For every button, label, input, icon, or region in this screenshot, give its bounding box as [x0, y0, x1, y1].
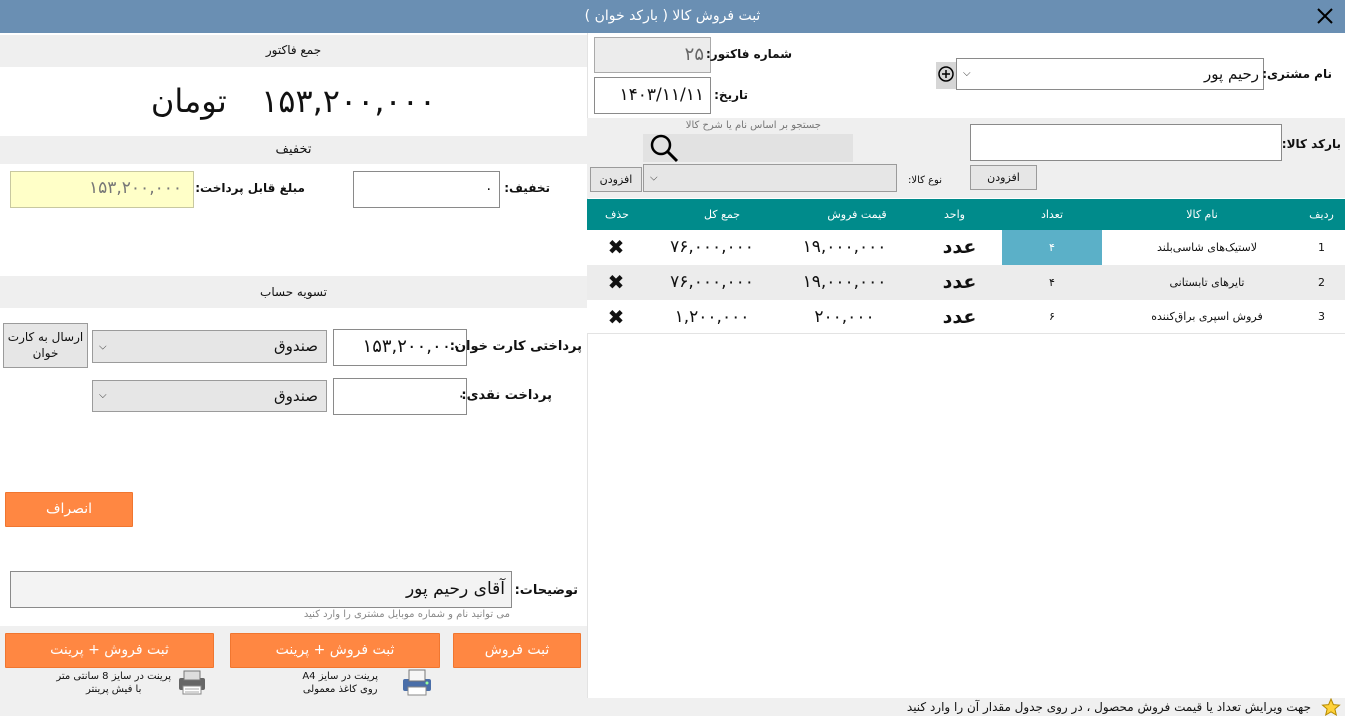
- small-print-caption: پرینت در سایز 8 سانتی متر با فیش پرینتر: [56, 670, 171, 696]
- invoice-total-display: ۱۵۳,۲۰۰,۰۰۰ تومان: [0, 72, 587, 130]
- a4-print-caption: پرینت در سایز A4 روی کاغذ معمولی: [302, 670, 378, 696]
- table-row[interactable]: 3 فروش اسپری براق‌کننده ۶ عدد ۲۰۰,۰۰۰ ۱,…: [587, 300, 1345, 334]
- settlement-header: تسویه حساب: [0, 276, 587, 308]
- table-row[interactable]: 1 لاستیک‌های شاسی‌بلند ۴ عدد ۱۹,۰۰۰,۰۰۰ …: [587, 230, 1345, 265]
- cash-payment-account-select[interactable]: صندوق ⌵: [92, 380, 327, 412]
- payable-amount-field: ۱۵۳,۲۰۰,۰۰۰: [10, 171, 194, 208]
- cell-name: فروش اسپری براق‌کننده: [1151, 310, 1263, 323]
- invoice-number-field: ۲۵: [594, 37, 711, 73]
- search-icon[interactable]: [648, 133, 680, 163]
- invoice-date-input[interactable]: ۱۴۰۳/۱۱/۱۱: [594, 77, 711, 114]
- col-row: ردیف: [1309, 208, 1334, 221]
- invoice-total-header: جمع فاکتور: [0, 35, 587, 67]
- receipt-printer-icon: [175, 668, 209, 696]
- cell-unit: عدد: [942, 236, 977, 258]
- status-text: جهت ویرایش تعداد یا قیمت فروش محصول ، در…: [906, 700, 1311, 714]
- search-hint: جستجو بر اساس نام یا شرح کالا: [685, 120, 821, 131]
- payable-amount-label: مبلغ قابل پرداخت:: [195, 181, 305, 195]
- cash-payment-label: پرداخت نقدی:: [461, 388, 552, 403]
- discount-label: تخفیف:: [504, 181, 550, 195]
- save-button[interactable]: ثبت فروش: [453, 633, 581, 668]
- window-title: ثبت فروش کالا ( بارکد خوان ): [584, 8, 761, 24]
- small-caption-line1: پرینت در سایز 8 سانتی متر: [56, 671, 171, 682]
- cash-payment-input[interactable]: ۰: [333, 378, 467, 415]
- col-name: نام کالا: [1186, 208, 1218, 221]
- col-total: جمع کل: [703, 208, 741, 221]
- customer-selected-value: رحیم پور: [1204, 65, 1259, 83]
- items-table-header: ردیف نام کالا تعداد واحد قیمت فروش جمع ک…: [587, 199, 1345, 230]
- cell-total: ۷۶,۰۰۰,۰۰۰: [670, 272, 754, 292]
- a4-printer-icon: [400, 668, 434, 696]
- cash-account-selected-value: صندوق: [273, 387, 318, 405]
- send-to-card-reader-button[interactable]: ارسال به کارت خوان: [3, 323, 88, 368]
- customer-label: نام مشتری:: [1262, 67, 1332, 81]
- cell-unit: عدد: [942, 271, 977, 293]
- delete-row-icon[interactable]: ✖: [587, 300, 645, 334]
- invoice-number-label: شماره فاکتور:: [706, 47, 792, 61]
- card-payment-account-select[interactable]: صندوق ⌵: [92, 330, 327, 363]
- small-caption-line2: با فیش پرینتر: [85, 684, 142, 695]
- cell-qty[interactable]: ۴: [1002, 230, 1102, 265]
- chevron-down-icon: ⌵: [963, 68, 971, 79]
- card-payment-label: پرداختی کارت خوان:: [449, 339, 582, 354]
- cell-qty[interactable]: ۶: [1002, 300, 1102, 334]
- product-type-label: نوع کالا:: [908, 175, 942, 186]
- card-payment-input[interactable]: ۱۵۳,۲۰۰,۰۰۰: [333, 329, 467, 366]
- notes-hint: می توانید نام و شماره موبایل مشتری را وا…: [303, 609, 510, 620]
- invoice-total-currency: تومان: [150, 82, 227, 120]
- cancel-button[interactable]: انصراف: [5, 492, 133, 527]
- product-type-add-button[interactable]: افزودن: [590, 167, 642, 192]
- add-customer-button[interactable]: [936, 62, 956, 89]
- barcode-add-button[interactable]: افزودن: [970, 165, 1037, 190]
- product-type-select[interactable]: ⌵: [643, 164, 897, 192]
- cell-price[interactable]: ۱۹,۰۰۰,۰۰۰: [767, 230, 922, 265]
- col-delete: حذف: [605, 208, 629, 221]
- customer-select[interactable]: رحیم پور ⌵: [956, 58, 1264, 90]
- cell-unit: عدد: [942, 306, 977, 328]
- cell-price[interactable]: ۱۹,۰۰۰,۰۰۰: [767, 265, 922, 300]
- invoice-date-label: تاریخ:: [714, 88, 748, 102]
- notes-input[interactable]: آقای رحیم پور: [10, 571, 512, 608]
- cell-qty[interactable]: ۴: [1002, 265, 1102, 300]
- delete-row-icon[interactable]: ✖: [587, 265, 645, 300]
- cell-total: ۱,۲۰۰,۰۰۰: [674, 307, 750, 327]
- chevron-down-icon: ⌵: [99, 390, 107, 401]
- col-qty: تعداد: [1040, 208, 1064, 221]
- cell-name: تایرهای تابستانی: [1169, 276, 1245, 289]
- close-icon[interactable]: [1313, 4, 1337, 28]
- cell-name: لاستیک‌های شاسی‌بلند: [1157, 241, 1257, 254]
- col-price: قیمت فروش: [827, 208, 887, 221]
- table-row[interactable]: 2 تایرهای تابستانی ۴ عدد ۱۹,۰۰۰,۰۰۰ ۷۶,۰…: [587, 265, 1345, 300]
- barcode-input[interactable]: [970, 124, 1282, 161]
- invoice-total-amount: ۱۵۳,۲۰۰,۰۰۰: [261, 82, 437, 120]
- a4-caption-line2: روی کاغذ معمولی: [302, 684, 378, 695]
- save-print-8cm-button[interactable]: ثبت فروش + پرینت: [5, 633, 214, 668]
- card-account-selected-value: صندوق: [273, 337, 318, 355]
- discount-input[interactable]: ۰: [353, 171, 500, 208]
- cell-total: ۷۶,۰۰۰,۰۰۰: [670, 237, 754, 257]
- discount-header: تخفیف: [0, 136, 587, 164]
- save-print-a4-button[interactable]: ثبت فروش + پرینت: [230, 633, 440, 668]
- barcode-label: بارکد کالا:: [1281, 137, 1341, 151]
- a4-caption-line1: پرینت در سایز A4: [302, 671, 378, 682]
- chevron-down-icon: ⌵: [99, 341, 107, 352]
- delete-row-icon[interactable]: ✖: [587, 230, 645, 265]
- cell-price[interactable]: ۲۰۰,۰۰۰: [767, 300, 922, 334]
- chevron-down-icon: ⌵: [650, 172, 658, 184]
- notes-label: توضیحات:: [514, 583, 578, 598]
- star-icon: [1321, 697, 1341, 716]
